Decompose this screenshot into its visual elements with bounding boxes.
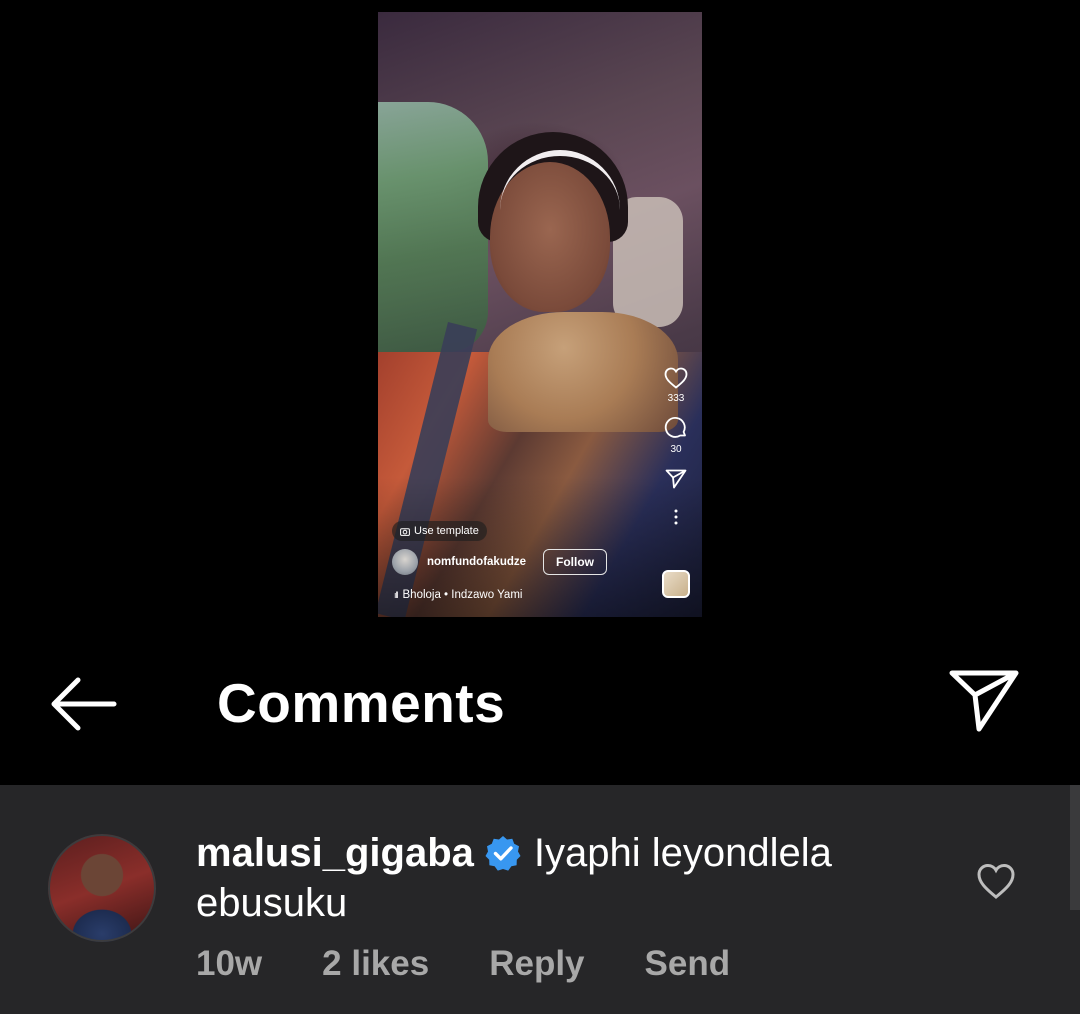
camera-icon — [400, 527, 410, 536]
reply-button[interactable]: Reply — [489, 944, 584, 984]
comment-body: malusi_gigaba Iyaphi leyondlela ebusuku — [196, 828, 896, 928]
reel-share[interactable] — [665, 469, 687, 489]
comment-like-button[interactable] — [976, 862, 1016, 900]
verified-badge-icon — [485, 836, 521, 871]
reel-author[interactable]: nomfundofakudze — [392, 549, 526, 575]
arrow-left-icon — [51, 677, 117, 731]
comment-time: 10w — [196, 944, 263, 983]
reel-audio[interactable]: ıll Bholoja • Indzawo Yami — [394, 589, 522, 601]
comment-likes[interactable]: 2 likes — [322, 944, 429, 984]
comment-username[interactable]: malusi_gigaba — [196, 831, 474, 875]
comment-count: 30 — [670, 444, 682, 455]
audio-label: Bholoja • Indzawo Yami — [402, 589, 523, 601]
comment-icon[interactable] — [664, 416, 688, 440]
send-icon — [949, 670, 1019, 732]
reel-username[interactable]: nomfundofakudze — [427, 556, 526, 568]
more-vertical-icon[interactable] — [673, 509, 679, 525]
car-window-image — [378, 102, 488, 352]
heart-icon — [977, 863, 1015, 899]
audio-bars-icon: ıll — [394, 590, 398, 600]
avatar[interactable] — [392, 549, 418, 575]
reel-comment[interactable]: 30 — [664, 416, 688, 455]
audio-thumbnail[interactable] — [662, 570, 690, 598]
beaded-necklace-image — [488, 312, 678, 432]
like-count: 333 — [667, 393, 685, 404]
reel-like[interactable]: 333 — [664, 367, 688, 404]
follow-button[interactable]: Follow — [543, 549, 607, 575]
reel-more[interactable] — [673, 509, 679, 525]
reel-preview[interactable]: 333 30 Use template nomfundofakudze Foll… — [378, 12, 702, 617]
use-template-label: Use template — [414, 525, 479, 537]
use-template-button[interactable]: Use template — [392, 521, 487, 541]
back-button[interactable] — [48, 672, 120, 736]
comment-meta: 10w 2 likes Reply Send — [196, 944, 790, 984]
page-title: Comments — [217, 672, 506, 734]
send-icon[interactable] — [665, 469, 687, 489]
send-button[interactable]: Send — [645, 944, 731, 984]
reel-actions: 333 30 — [664, 367, 688, 525]
scrollbar[interactable] — [1070, 785, 1080, 910]
share-button[interactable] — [946, 665, 1022, 735]
avatar[interactable] — [48, 834, 156, 942]
heart-icon[interactable] — [664, 367, 688, 389]
